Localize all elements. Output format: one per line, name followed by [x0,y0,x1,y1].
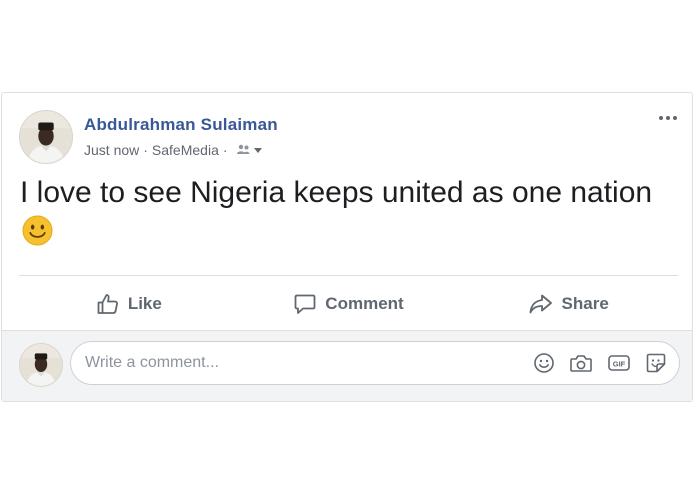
meta-separator: · [143,142,148,158]
like-label: Like [127,294,162,313]
feed-post: Abdulrahman Sulaiman Just now · SafeMedi… [1,92,693,402]
friends-icon[interactable] [236,144,264,156]
thumbs-up-icon [97,294,118,314]
more-options-icon[interactable] [656,111,680,125]
sticker-icon[interactable] [645,352,667,374]
svg-text:GIF: GIF [613,360,626,369]
share-arrow-icon [529,294,552,314]
post-meta: Just now · SafeMedia · [84,142,264,158]
gif-icon[interactable]: GIF [607,353,631,373]
comment-button[interactable]: Comment [239,279,459,329]
smile-emoji-icon [22,215,53,246]
comment-icon [294,294,316,314]
post-actions: Like Comment Share [19,279,678,329]
profile-photo [20,111,72,163]
chevron-down-icon [253,148,262,153]
comment-box: GIF [70,341,680,385]
post-timestamp[interactable]: Just now [84,142,139,158]
post-text: I love to see Nigeria keeps united as on… [20,173,670,251]
commenter-avatar[interactable] [19,343,63,387]
meta-separator: · [222,142,228,158]
post-message: I love to see Nigeria keeps united as on… [20,176,653,209]
comment-composer: GIF [2,330,692,401]
divider [19,275,678,276]
comment-input[interactable] [71,341,533,385]
share-label: Share [561,294,609,313]
profile-photo [20,344,62,386]
app-name-link[interactable]: SafeMedia [152,142,219,158]
author-avatar[interactable] [19,110,73,164]
share-button[interactable]: Share [458,279,678,329]
comment-tools: GIF [533,352,679,374]
comment-label: Comment [325,294,404,313]
emoji-icon[interactable] [533,352,555,374]
camera-icon[interactable] [569,352,593,374]
like-button[interactable]: Like [19,279,239,329]
author-name-link[interactable]: Abdulrahman Sulaiman [84,115,278,135]
